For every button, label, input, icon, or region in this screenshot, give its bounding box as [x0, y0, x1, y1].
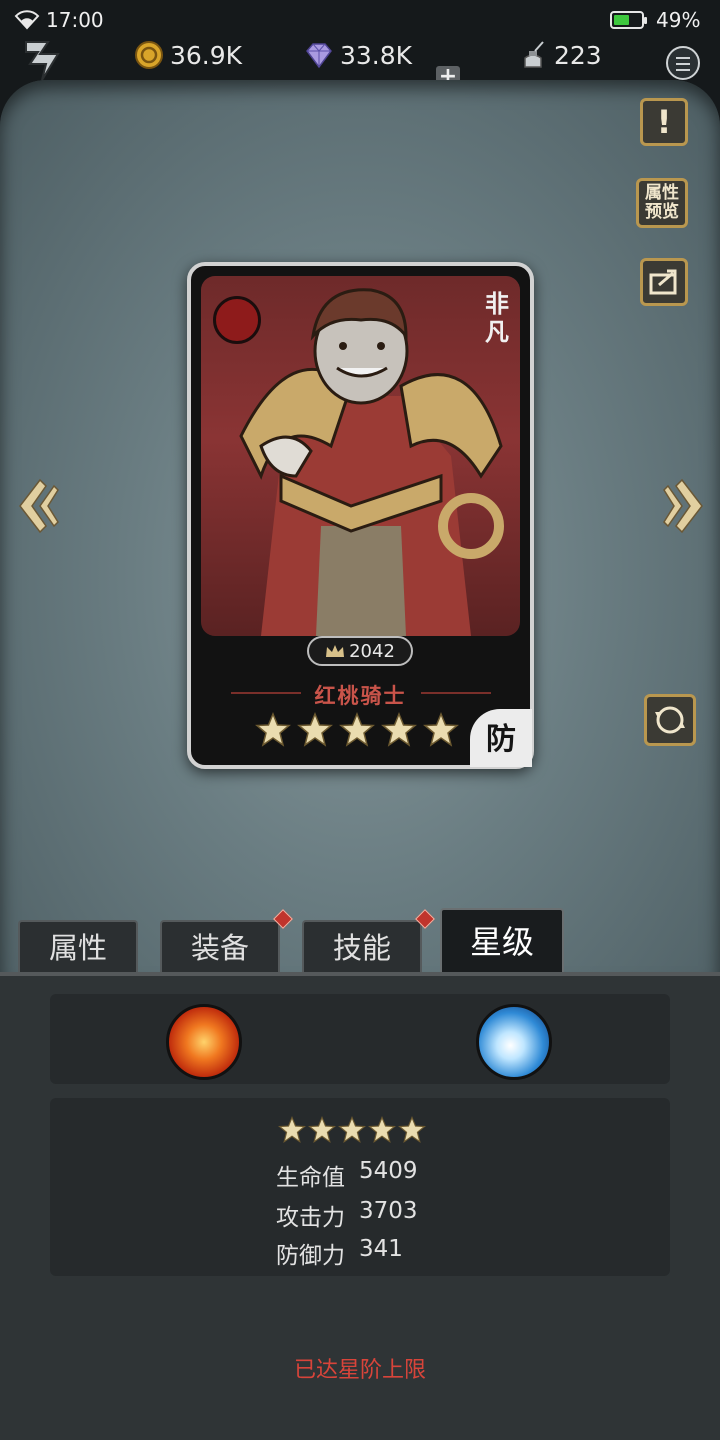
share-icon — [649, 269, 677, 295]
star-icon — [398, 1116, 426, 1144]
element-box — [50, 994, 670, 1084]
share-button[interactable] — [640, 258, 688, 306]
stamina-amount: 223 — [554, 40, 602, 70]
stat-value: 3703 — [359, 1198, 418, 1224]
fire-element-icon — [213, 296, 261, 344]
menu-button[interactable] — [666, 46, 700, 80]
power-badge: 2042 — [307, 636, 413, 666]
stamina-counter: 223 — [518, 38, 602, 72]
star-icon — [255, 712, 291, 747]
water-orb-icon[interactable] — [476, 1004, 552, 1080]
tab-star-level[interactable]: 星级 — [440, 908, 564, 976]
attr-preview-button[interactable]: 属性预览 — [636, 178, 688, 228]
tab-attributes[interactable]: 属性 — [18, 920, 138, 974]
tab-skills[interactable]: 技能 — [302, 920, 422, 974]
prev-hero-arrow[interactable] — [16, 476, 60, 536]
stat-row-defense: 防御力 341 — [276, 1236, 403, 1270]
rarity-label: 非凡 — [485, 290, 509, 346]
fire-orb-icon[interactable] — [166, 1004, 242, 1080]
stats-star-rating — [278, 1116, 426, 1144]
gold-amount: 36.9K — [170, 40, 243, 70]
stat-row-attack: 攻击力 3703 — [276, 1198, 418, 1232]
battery-icon — [610, 11, 647, 29]
star-icon — [338, 1116, 366, 1144]
gold-counter: 36.9K — [134, 38, 242, 72]
resource-bar: 36.9K 33.8K + 223 — [0, 28, 720, 90]
hero-portrait: 非凡 — [201, 276, 520, 636]
diamond-icon — [306, 43, 332, 69]
swap-skin-button[interactable] — [644, 694, 696, 746]
diamond-counter: 33.8K — [304, 38, 412, 72]
stat-value: 341 — [359, 1236, 403, 1262]
star-stats-box: 生命值 5409 攻击力 3703 防御力 341 — [50, 1098, 670, 1276]
star-icon — [368, 1116, 396, 1144]
hero-name: 红桃骑士 — [314, 684, 407, 708]
star-icon — [308, 1116, 336, 1144]
gold-coin-icon — [135, 41, 163, 69]
stat-label: 攻击力 — [276, 1205, 345, 1231]
stat-label: 生命值 — [276, 1165, 345, 1191]
tab-equipment[interactable]: 装备 — [160, 920, 280, 974]
refresh-icon — [655, 706, 685, 734]
max-star-notice: 已达星阶上限 — [293, 1358, 426, 1383]
stat-label: 防御力 — [276, 1243, 345, 1269]
info-button[interactable]: ! — [640, 98, 688, 146]
power-value: 2042 — [349, 640, 395, 662]
star-icon — [381, 712, 417, 747]
card-star-rating — [255, 712, 459, 748]
wifi-icon — [14, 10, 40, 30]
next-hero-arrow[interactable] — [662, 476, 706, 536]
stat-value: 5409 — [359, 1158, 418, 1184]
diamond-amount: 33.8K — [340, 40, 413, 70]
star-icon — [423, 712, 459, 747]
ink-bottle-icon — [524, 41, 544, 68]
hero-card[interactable]: 非凡 2042 红桃骑士 防 — [187, 262, 534, 769]
star-icon — [278, 1116, 306, 1144]
star-icon — [297, 712, 333, 747]
hero-tabs: 属性 装备 技能 星级 — [0, 900, 720, 976]
stat-row-hp: 生命值 5409 — [276, 1158, 418, 1192]
crown-icon — [326, 645, 345, 657]
role-badge: 防 — [470, 709, 532, 767]
star-icon — [339, 712, 375, 747]
back-button[interactable] — [18, 34, 68, 84]
